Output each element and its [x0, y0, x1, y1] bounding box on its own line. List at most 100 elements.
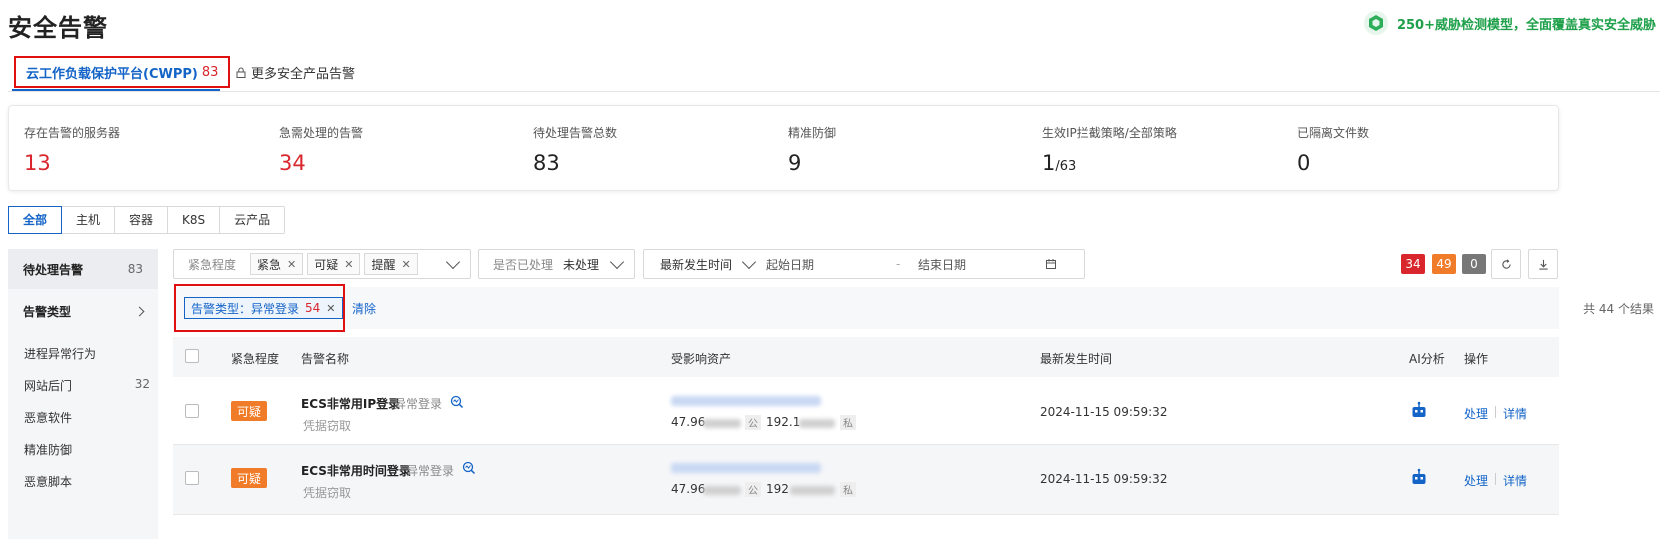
ip-tag-private: 私 [840, 415, 856, 430]
sidebar-item-process[interactable]: 进程异常行为 [24, 345, 150, 362]
segment-cloud-product[interactable]: 云产品 [220, 207, 285, 233]
chevron-down-icon [741, 254, 757, 270]
start-date-input[interactable]: 起始日期 [766, 256, 896, 273]
segment-k8s[interactable]: K8S [168, 207, 221, 233]
stat-pending-total[interactable]: 待处理告警总数 83 [533, 124, 617, 175]
handle-link[interactable]: 处理 [1464, 472, 1488, 489]
stat-label: 已隔离文件数 [1297, 126, 1370, 140]
download-button[interactable] [1528, 249, 1558, 279]
header-ai: AI分析 [1409, 352, 1445, 366]
badge-urgent-count[interactable]: 34 [1401, 254, 1425, 274]
header-time[interactable]: 最新发生时间 [1040, 350, 1112, 367]
row-checkbox[interactable] [185, 404, 199, 418]
clear-filters-link[interactable]: 清除 [352, 300, 376, 317]
severity-filter[interactable]: 紧急程度 紧急 ✕ 可疑 ✕ 提醒 ✕ [173, 249, 471, 279]
stat-value: 83 [533, 151, 560, 175]
calendar-icon[interactable] [1046, 259, 1057, 269]
tab-cwpp-count: 83 [201, 64, 219, 80]
alert-sidebar: 待处理告警 83 告警类型 进程异常行为 网站后门 32 恶意软件 精准防御 恶… [8, 249, 158, 539]
robot-icon[interactable] [1410, 401, 1428, 419]
stat-value-suffix: /63 [1055, 159, 1077, 174]
header-asset: 受影响资产 [671, 352, 732, 366]
sidebar-item-label: 恶意软件 [24, 411, 73, 425]
tab-cwpp[interactable]: 云工作负载保护平台(CWPP) 83 [14, 56, 231, 88]
header-severity[interactable]: 紧急程度 [231, 350, 279, 367]
promo-banner[interactable]: 250+威胁检测模型，全面覆盖真实安全威胁 [1363, 8, 1656, 38]
detail-link[interactable]: 详情 [1503, 405, 1527, 422]
close-icon[interactable]: ✕ [344, 258, 353, 271]
header-name: 告警名称 [301, 352, 350, 366]
segment-all[interactable]: 全部 [8, 206, 63, 234]
stat-value: 1 [1042, 151, 1056, 175]
private-ip: 192 [766, 482, 789, 496]
alert-type: 异常登录 [394, 397, 443, 411]
ip-tag-public: 公 [745, 482, 761, 497]
sidebar-item-count: 83 [127, 262, 143, 276]
page-title: 安全告警 [8, 14, 108, 42]
active-filter-chip[interactable]: 告警类型：异常登录 54 ✕ [184, 297, 343, 319]
chip-label: 提醒 [371, 257, 396, 272]
end-date-input[interactable]: 结束日期 [918, 256, 1046, 273]
handled-filter[interactable]: 是否已处理 未处理 [478, 249, 635, 279]
action-divider [1495, 473, 1496, 485]
active-filter-count: 54 [305, 301, 321, 315]
handle-link[interactable]: 处理 [1464, 405, 1488, 422]
active-filter-label: 告警类型：异常登录 [191, 301, 300, 316]
severity-tag: 可疑 [231, 468, 268, 488]
badge-suspicious-count[interactable]: 49 [1432, 254, 1456, 274]
alert-name-link[interactable]: ECS非常用时间登录 [301, 462, 411, 479]
sidebar-item-count: 32 [134, 377, 150, 391]
chip-urgent[interactable]: 紧急 ✕ [250, 253, 304, 275]
row-checkbox[interactable] [185, 471, 199, 485]
stat-value: 0 [1297, 151, 1311, 175]
asset-type-segment: 全部 主机 容器 K8S 云产品 [8, 206, 286, 234]
alert-time: 2024-11-15 09:59:32 [1040, 472, 1168, 486]
table-row[interactable] [173, 445, 1559, 515]
download-icon [1538, 259, 1548, 270]
select-all-checkbox[interactable] [185, 349, 199, 363]
segment-container[interactable]: 容器 [115, 207, 169, 233]
stat-value-wrap: 1/63 [1042, 151, 1177, 175]
filter-value: 未处理 [563, 257, 600, 272]
segment-host[interactable]: 主机 [62, 207, 116, 233]
chip-suspicious[interactable]: 可疑 ✕ [307, 253, 361, 275]
close-icon[interactable]: ✕ [287, 258, 296, 271]
chip-label: 可疑 [314, 257, 339, 272]
stat-label: 待处理告警总数 [533, 126, 618, 140]
close-icon[interactable]: ✕ [402, 258, 411, 271]
sidebar-item-precise-defense[interactable]: 精准防御 [24, 441, 150, 458]
severity-tag: 可疑 [231, 401, 268, 421]
sidebar-item-malicious-script[interactable]: 恶意脚本 [24, 473, 150, 490]
shield-hex-icon [1363, 11, 1388, 35]
time-filter[interactable]: 最新发生时间 起始日期 - 结束日期 [643, 249, 1085, 279]
chip-label: 紧急 [257, 257, 282, 272]
sidebar-item-malware[interactable]: 恶意软件 [24, 409, 150, 426]
sidebar-item-webshell[interactable]: 网站后门 32 [24, 377, 150, 394]
ip-tag-private: 私 [840, 482, 856, 497]
detail-link[interactable]: 详情 [1503, 472, 1527, 489]
close-icon[interactable]: ✕ [326, 302, 335, 315]
stat-ip-policy[interactable]: 生效IP拦截策略/全部策略 1/63 [1042, 124, 1177, 175]
chip-reminder[interactable]: 提醒 ✕ [364, 253, 418, 275]
ai-search-icon[interactable] [462, 461, 476, 475]
public-ip: 47.96 [671, 415, 706, 429]
ip-redacted [799, 419, 835, 428]
robot-icon[interactable] [1410, 468, 1428, 486]
tab-more-label: 更多安全产品告警 [251, 66, 356, 82]
stat-urgent[interactable]: 急需处理的告警 34 [279, 124, 363, 175]
sidebar-item-label: 网站后门 [24, 379, 73, 393]
asset-name-redacted[interactable] [671, 396, 821, 406]
tab-more-products[interactable]: 更多安全产品告警 [236, 60, 355, 84]
action-divider [1495, 406, 1496, 418]
refresh-button[interactable] [1491, 249, 1521, 279]
stat-servers[interactable]: 存在告警的服务器 13 [24, 124, 120, 175]
refresh-icon [1501, 258, 1511, 269]
sidebar-item-pending[interactable]: 待处理告警 83 [8, 249, 158, 289]
asset-name-redacted[interactable] [671, 463, 821, 473]
stat-precise-defense[interactable]: 精准防御 9 [788, 124, 836, 175]
alert-name-link[interactable]: ECS非常用IP登录 [301, 395, 400, 412]
ai-search-icon[interactable] [450, 395, 464, 409]
stat-quarantined[interactable]: 已隔离文件数 0 [1297, 124, 1369, 175]
sidebar-item-types[interactable]: 告警类型 [8, 291, 158, 331]
badge-reminder-count[interactable]: 0 [1462, 254, 1486, 274]
